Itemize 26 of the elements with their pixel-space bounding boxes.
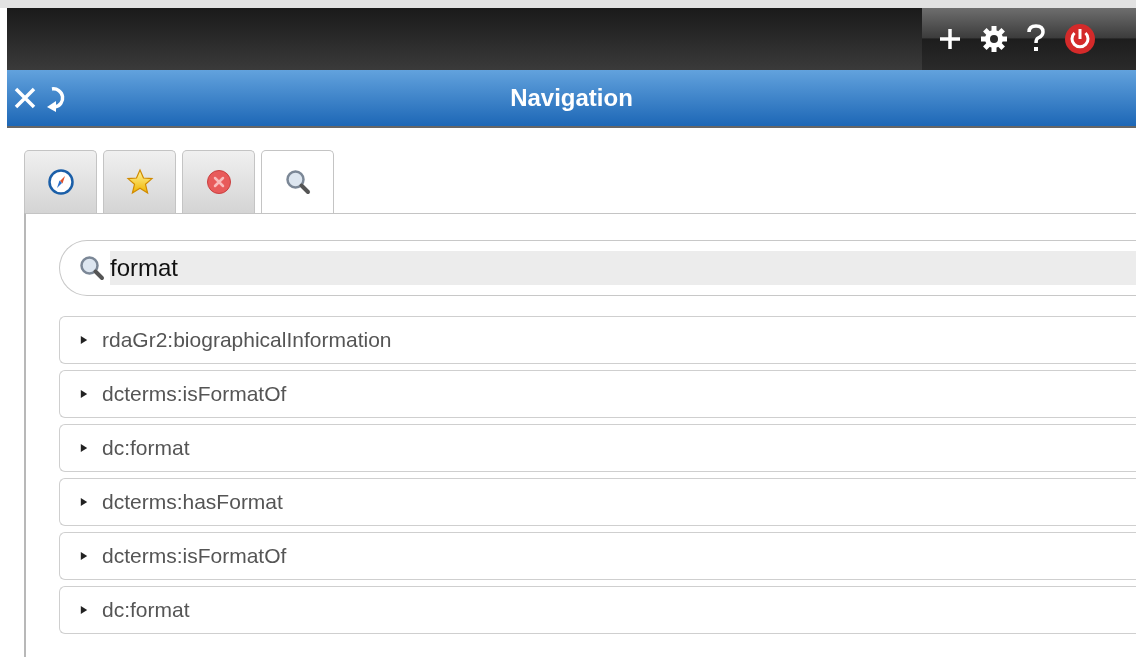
header-title: Navigation xyxy=(510,84,633,111)
power-icon[interactable] xyxy=(1064,23,1096,55)
result-label: dcterms:hasFormat xyxy=(102,490,283,514)
add-icon[interactable] xyxy=(938,27,962,51)
magnifier-icon xyxy=(78,254,106,282)
result-row[interactable]: dcterms:hasFormat xyxy=(59,478,1136,526)
help-icon[interactable] xyxy=(1026,24,1046,54)
close-icon[interactable] xyxy=(13,86,37,110)
tab[interactable] xyxy=(261,150,334,213)
settings-icon[interactable] xyxy=(980,25,1008,53)
tab[interactable] xyxy=(182,150,255,213)
compass-icon xyxy=(47,169,74,195)
result-label: dcterms:isFormatOf xyxy=(102,544,287,568)
result-row[interactable]: dc:format xyxy=(59,424,1136,472)
tab[interactable] xyxy=(24,150,97,213)
result-row[interactable]: dc:format xyxy=(59,586,1136,634)
search-icon xyxy=(283,168,312,196)
star-icon xyxy=(125,168,154,196)
result-label: dc:format xyxy=(102,598,190,622)
result-row[interactable]: rdaGr2:biographicalInformation xyxy=(59,316,1136,364)
result-row[interactable]: dcterms:isFormatOf xyxy=(59,370,1136,418)
error-icon xyxy=(205,169,232,195)
result-label: dc:format xyxy=(102,436,190,460)
result-label: rdaGr2:biographicalInformation xyxy=(102,328,392,352)
result-row[interactable]: dcterms:isFormatOf xyxy=(59,532,1136,580)
result-label: dcterms:isFormatOf xyxy=(102,382,287,406)
